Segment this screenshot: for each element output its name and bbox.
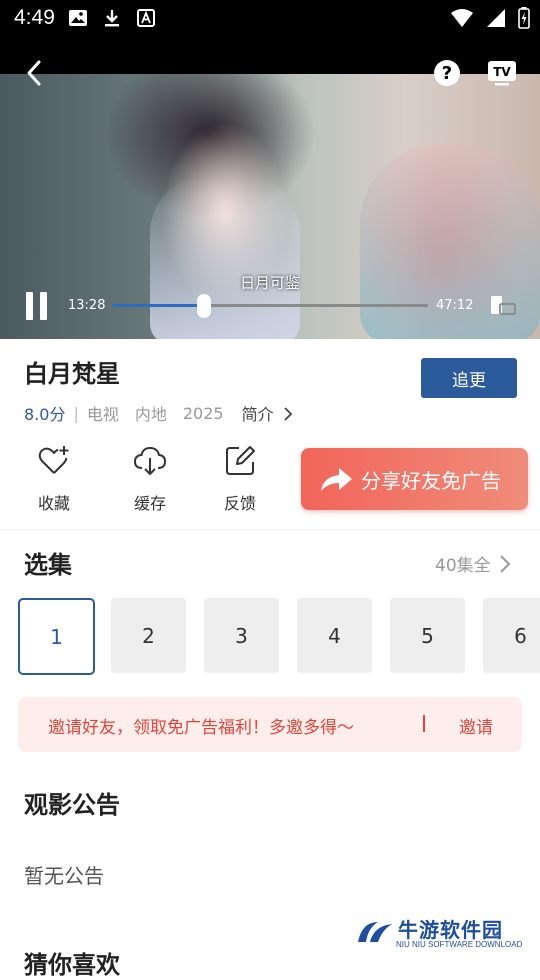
cache-label: 缓存 <box>133 494 166 513</box>
favorite-label: 收藏 <box>37 494 70 513</box>
chevron-right-icon <box>284 407 292 421</box>
cloud-download-icon <box>133 446 167 476</box>
battery-icon <box>518 7 530 29</box>
share-arrow-icon <box>321 468 352 491</box>
cache-button[interactable]: 缓存 <box>115 444 185 514</box>
meta-separator: | <box>73 403 79 423</box>
intro-label: 简介 <box>241 405 274 424</box>
episodes-total-label: 40集全 <box>435 556 491 576</box>
rotate-screen-icon[interactable] <box>488 290 518 320</box>
episode-list: 1 2 3 4 5 6 <box>18 598 540 675</box>
show-title: 白月梵星 <box>24 360 120 388</box>
action-bar: 收藏 缓存 反馈 <box>0 444 300 514</box>
episodes-all-link[interactable]: 40集全 <box>435 551 511 576</box>
help-icon[interactable]: ? <box>432 58 462 88</box>
episode-button-6[interactable]: 6 <box>483 598 540 673</box>
invite-banner: 邀请好友，领取免广告福利！多邀多得～ 邀请 <box>18 697 522 752</box>
feedback-button[interactable]: 反馈 <box>205 444 275 514</box>
episodes-title: 选集 <box>24 551 72 579</box>
episode-button-1[interactable]: 1 <box>18 598 95 675</box>
tv-cast-icon[interactable]: TV <box>486 58 518 88</box>
notice-title: 观影公告 <box>24 791 120 819</box>
pause-icon[interactable] <box>26 292 50 320</box>
favorite-button[interactable]: 收藏 <box>19 444 89 514</box>
watermark: 牛游软件园 NIU NIU SOFTWARE DOWNLOAD <box>356 914 536 954</box>
status-bar: 4:49 <box>0 0 540 36</box>
watermark-logo-icon <box>358 922 392 942</box>
invite-divider <box>423 715 425 732</box>
total-time: 47:12 <box>436 298 474 313</box>
font-icon <box>137 9 155 27</box>
video-player[interactable]: ? TV 日月可鉴 13:28 47:12 <box>0 36 540 339</box>
episode-button-4[interactable]: 4 <box>297 598 372 673</box>
invite-text: 邀请好友，领取免广告福利！多邀多得～ <box>48 718 354 738</box>
progress-fill <box>112 304 204 307</box>
heart-plus-icon <box>38 446 69 474</box>
back-icon[interactable] <box>20 58 50 88</box>
invite-button[interactable]: 邀请 <box>459 713 493 738</box>
watermark-subtitle: NIU NIU SOFTWARE DOWNLOAD <box>396 940 523 949</box>
show-year: 2025 <box>182 403 224 423</box>
edit-icon <box>226 446 255 475</box>
intro-link[interactable]: 简介 <box>242 401 293 425</box>
image-icon <box>69 10 87 26</box>
episode-button-3[interactable]: 3 <box>204 598 279 673</box>
player-controls: 13:28 47:12 <box>0 286 540 326</box>
show-meta: 8.0分 | 电视 内地 2025 简介 <box>24 401 293 425</box>
show-region: 内地 <box>134 405 167 424</box>
episode-button-2[interactable]: 2 <box>111 598 186 673</box>
download-icon <box>105 10 119 27</box>
progress-slider[interactable] <box>112 294 428 318</box>
svg-text:?: ? <box>442 63 452 84</box>
watermark-name: 牛游软件园 <box>398 918 503 942</box>
current-time: 13:28 <box>68 298 106 313</box>
progress-thumb[interactable] <box>196 294 211 318</box>
section-divider <box>0 529 540 530</box>
share-ad-free-banner[interactable]: 分享好友免广告 <box>301 448 528 510</box>
show-score: 8.0分 <box>24 405 66 424</box>
episode-button-5[interactable]: 5 <box>390 598 465 673</box>
chevron-right-icon <box>499 554 511 573</box>
svg-text:TV: TV <box>493 65 511 79</box>
status-time: 4:49 <box>14 6 55 29</box>
signal-icon <box>487 9 505 27</box>
recommend-title: 猜你喜欢 <box>24 951 120 979</box>
notice-body: 暂无公告 <box>24 864 104 888</box>
wifi-icon <box>451 9 473 27</box>
share-banner-label: 分享好友免广告 <box>361 468 501 493</box>
show-category: 电视 <box>86 405 119 424</box>
follow-button[interactable]: 追更 <box>421 358 517 398</box>
feedback-label: 反馈 <box>223 494 256 513</box>
